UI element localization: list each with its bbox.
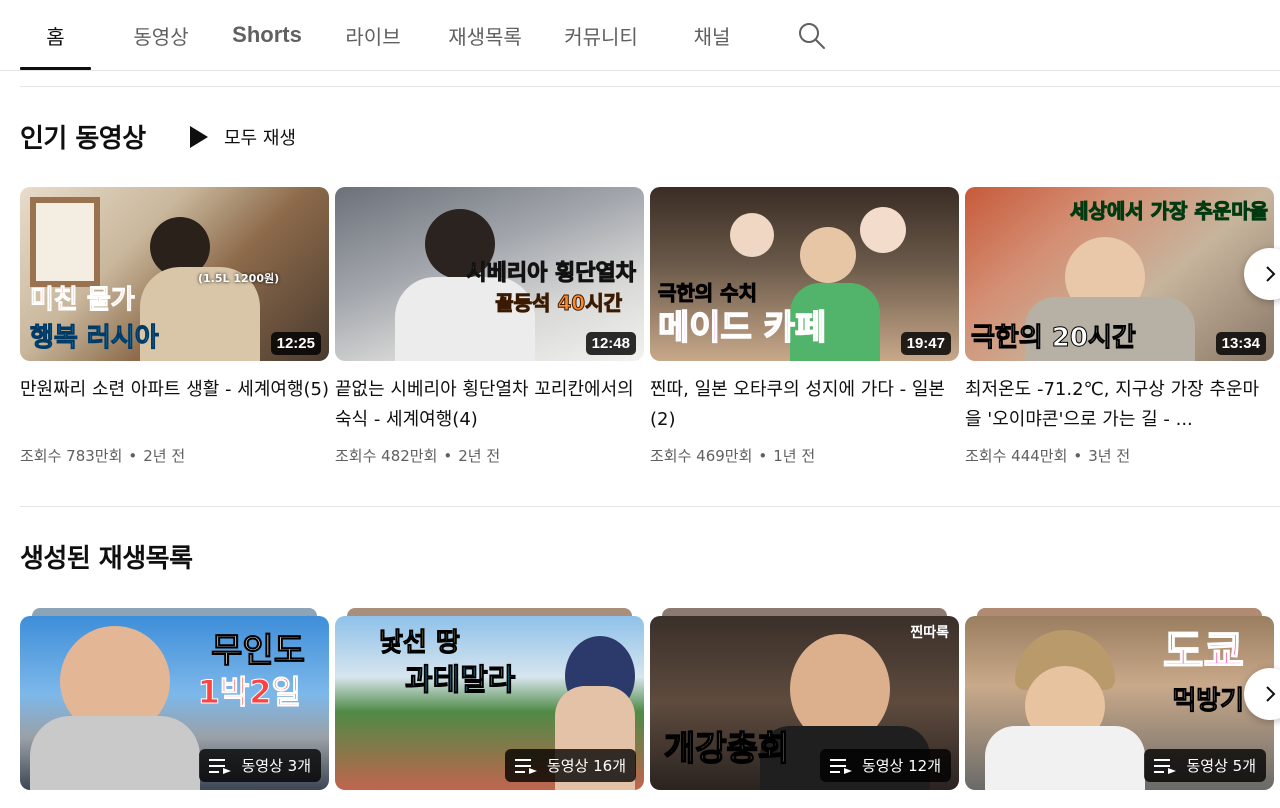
thumb-text: 행복 러시아 (30, 323, 160, 353)
thumb-text: 과테말라 (404, 663, 516, 698)
tab-videos[interactable]: 동영상 (124, 0, 198, 70)
video-meta: 조회수 482만회 • 2년 전 (335, 447, 501, 465)
thumb-text: 개강총회 (663, 729, 790, 769)
playlist-card[interactable]: 도쿄 먹방기행 동영상 5개 (965, 608, 1274, 800)
playlist-card[interactable]: 무인도 1박2일 동영상 3개 (20, 608, 329, 800)
playlist-count-badge: 동영상 12개 (819, 749, 951, 782)
video-card[interactable]: 시베리아 횡단열차 꼴등석 40시간 12:48 끝없는 시베리아 횡단열차 꼬… (335, 187, 644, 466)
upload-age: 3년 전 (1088, 447, 1131, 465)
thumb-text: 극한의 20시간 (971, 323, 1137, 353)
section-divider (20, 86, 1280, 87)
video-meta: 조회수 783만회 • 2년 전 (20, 447, 186, 465)
playlist-icon (829, 758, 852, 774)
thumb-text: 무인도 (211, 631, 306, 671)
view-count: 조회수 783만회 (20, 447, 123, 465)
video-thumbnail[interactable]: 시베리아 횡단열차 꼴등석 40시간 12:48 (335, 187, 644, 361)
section-title-playlists: 생성된 재생목록 (20, 544, 193, 574)
playlist-thumbnail[interactable]: 도쿄 먹방기행 동영상 5개 (965, 616, 1274, 790)
playlist-card[interactable]: 낯선 땅 과테말라 동영상 16개 (335, 608, 644, 800)
video-meta: 조회수 444만회 • 3년 전 (965, 447, 1131, 465)
playlist-thumbnail[interactable]: 낯선 땅 과테말라 동영상 16개 (335, 616, 644, 790)
playlist-icon (209, 758, 232, 774)
tab-playlists[interactable]: 재생목록 (438, 0, 532, 70)
tab-community[interactable]: 커뮤니티 (556, 0, 646, 70)
video-title[interactable]: 끝없는 시베리아 횡단열차 꼬리칸에서의 숙식 - 세계여행(4) (335, 375, 644, 435)
chevron-right-icon (1266, 266, 1276, 282)
video-thumbnail[interactable]: 극한의 수치 메이드 카페 19:47 (650, 187, 959, 361)
channel-tab-bar: 홈 동영상 Shorts 라이브 재생목록 커뮤니티 채널 (0, 0, 1280, 71)
video-title[interactable]: 찐따, 일본 오타쿠의 성지에 가다 - 일본(2) (650, 375, 959, 435)
video-thumbnail[interactable]: 세상에서 가장 추운마을 극한의 20시간 13:34 (965, 187, 1274, 361)
thumb-text: 미친 물가 (30, 285, 136, 315)
video-title[interactable]: 최저온도 -71.2℃, 지구상 가장 추운마을 '오이먀콘'으로 가는 길 -… (965, 375, 1274, 435)
view-count: 조회수 482만회 (335, 447, 438, 465)
thumb-text: 극한의 수치 (658, 281, 758, 305)
video-duration: 12:25 (270, 332, 321, 355)
thumb-text: 시베리아 횡단열차 (466, 261, 637, 286)
playlist-thumbnail[interactable]: 찐따록 개강총회 동영상 12개 (650, 616, 959, 790)
thumb-text: 세상에서 가장 추운마을 (1070, 199, 1269, 223)
upload-age: 2년 전 (143, 447, 186, 465)
thumb-text: 메이드 카페 (657, 308, 827, 348)
section-title-popular: 인기 동영상 (20, 124, 146, 154)
upload-age: 1년 전 (773, 447, 816, 465)
video-card[interactable]: (1.5L 1200원) 미친 물가 행복 러시아 12:25 만원짜리 소련 … (20, 187, 329, 466)
tab-live[interactable]: 라이브 (336, 0, 410, 70)
thumb-text: 도쿄 (1162, 626, 1244, 677)
play-icon (190, 126, 208, 148)
search-icon[interactable] (796, 20, 828, 52)
video-card[interactable]: 세상에서 가장 추운마을 극한의 20시간 13:34 최저온도 -71.2℃,… (965, 187, 1274, 466)
play-all-button[interactable]: 모두 재생 (190, 121, 296, 153)
video-card[interactable]: 극한의 수치 메이드 카페 19:47 찐따, 일본 오타쿠의 성지에 가다 -… (650, 187, 959, 466)
view-count: 조회수 469만회 (650, 447, 753, 465)
tab-channels[interactable]: 채널 (684, 0, 740, 70)
video-thumbnail[interactable]: (1.5L 1200원) 미친 물가 행복 러시아 12:25 (20, 187, 329, 361)
playlist-card[interactable]: 찐따록 개강총회 동영상 12개 (650, 608, 959, 800)
play-all-label: 모두 재생 (224, 128, 296, 149)
video-title[interactable]: 만원짜리 소련 아파트 생활 - 세계여행(5) (20, 375, 329, 435)
upload-age: 2년 전 (458, 447, 501, 465)
video-duration: 13:34 (1215, 332, 1266, 355)
playlist-count-badge: 동영상 3개 (199, 749, 321, 782)
tab-shorts[interactable]: Shorts (226, 0, 308, 70)
video-duration: 19:47 (900, 332, 951, 355)
chevron-right-icon (1266, 686, 1276, 702)
video-meta: 조회수 469만회 • 1년 전 (650, 447, 816, 465)
thumb-text: (1.5L 1200원) (198, 272, 280, 285)
playlist-count-badge: 동영상 5개 (1144, 749, 1266, 782)
video-duration: 12:48 (585, 332, 636, 355)
section-divider (20, 506, 1280, 507)
thumb-text: 1박2일 (197, 673, 301, 711)
thumb-text: 낯선 땅 (379, 628, 461, 658)
tab-home[interactable]: 홈 (20, 0, 91, 70)
playlist-thumbnail[interactable]: 무인도 1박2일 동영상 3개 (20, 616, 329, 790)
playlist-count-badge: 동영상 16개 (504, 749, 636, 782)
thumb-text: 꼴등석 40시간 (495, 291, 623, 315)
playlist-icon (514, 758, 537, 774)
thumb-text: 찐따록 (910, 625, 949, 641)
playlist-icon (1154, 758, 1177, 774)
view-count: 조회수 444만회 (965, 447, 1068, 465)
